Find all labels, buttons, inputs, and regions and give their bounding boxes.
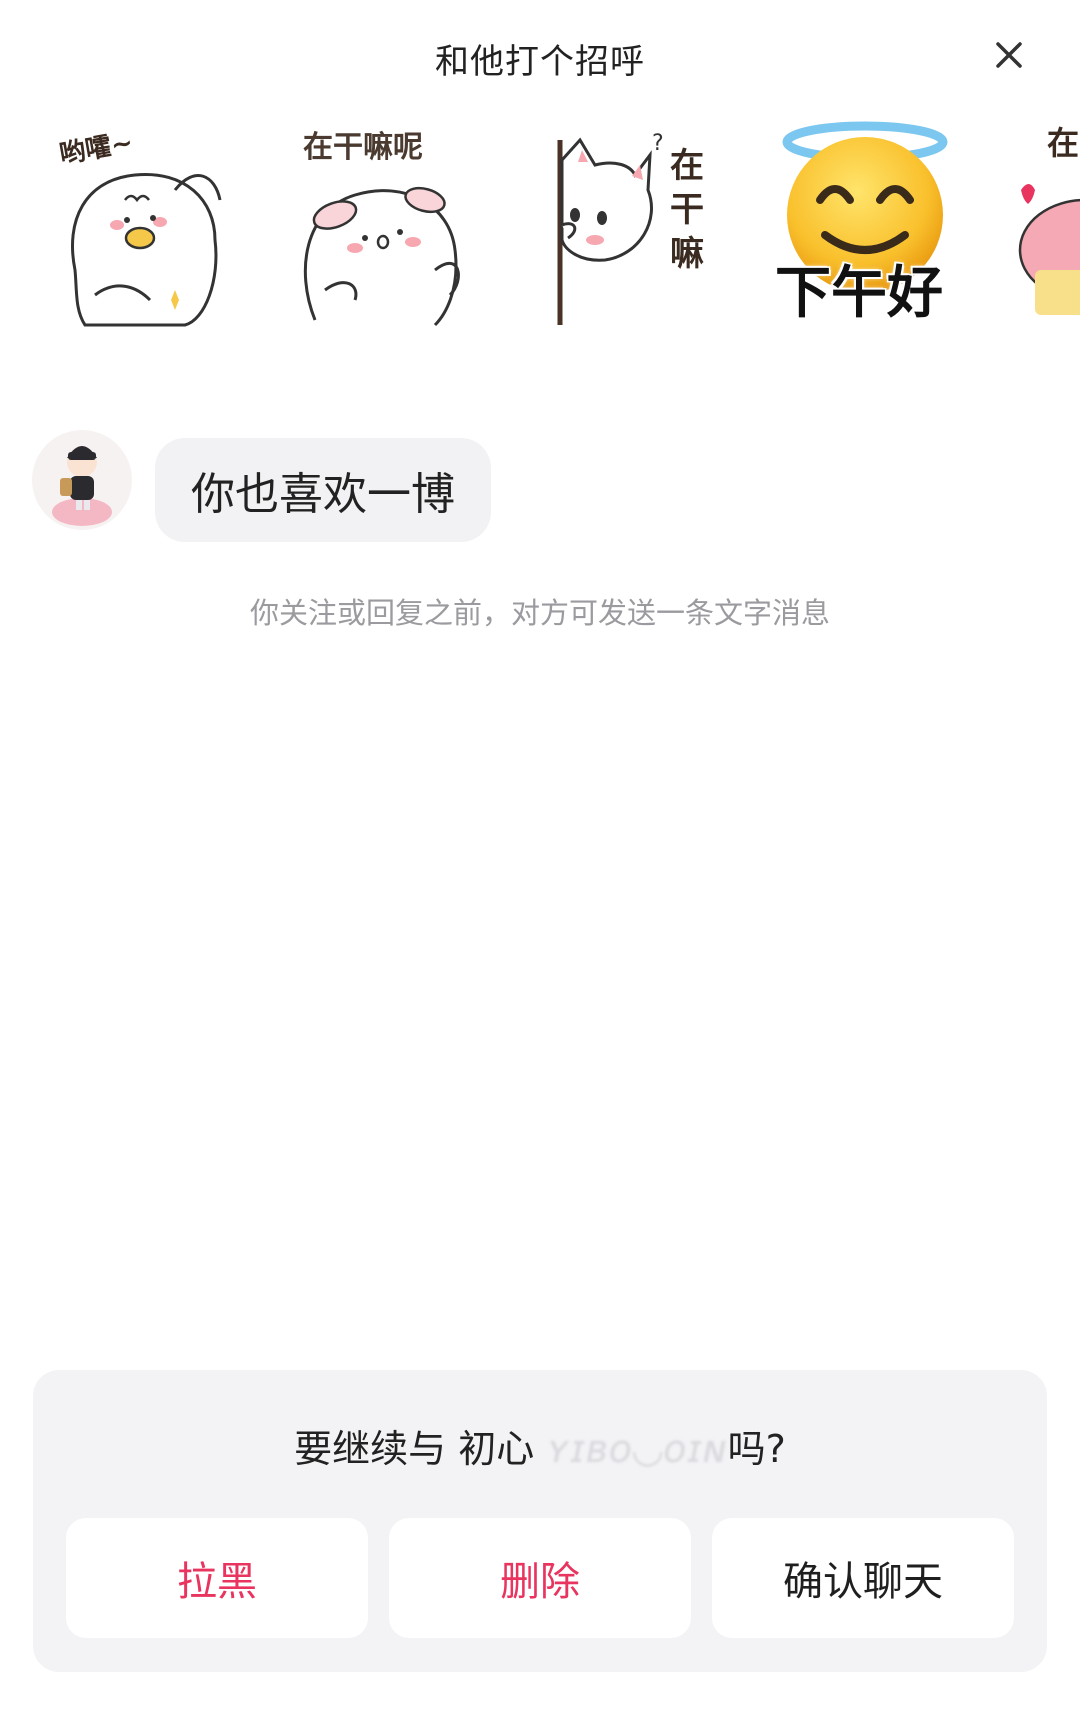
delete-button[interactable]: 删除	[389, 1518, 691, 1638]
pig-sticker[interactable]: 在	[1015, 120, 1080, 330]
confirm-chat-card: 要继续与 初心 ʏɪʙᴏ◡ᴏɪɴ吗? 拉黑 删除 确认聊天	[33, 1370, 1047, 1672]
svg-text:?: ?	[652, 131, 664, 156]
page-title: 和他打个招呼	[435, 42, 645, 82]
hint-text: 你关注或回复之前，对方可发送一条文字消息	[249, 596, 830, 630]
sticker-caption: 在	[1047, 124, 1080, 162]
blurred-username: ʏɪʙᴏ◡ᴏɪɴ	[546, 1427, 728, 1471]
header: 和他打个招呼	[0, 0, 1080, 110]
duck-sticker[interactable]: 哟嚯~	[55, 120, 255, 330]
close-icon[interactable]	[990, 36, 1028, 74]
question-suffix: 吗?	[727, 1427, 786, 1471]
sticker-caption: 在干嘛	[670, 146, 704, 274]
user-avatar[interactable]	[32, 430, 132, 530]
continue-chat-question: 要继续与 初心 ʏɪʙᴏ◡ᴏɪɴ吗?	[33, 1418, 1047, 1473]
sticker-caption: 下午好	[774, 260, 945, 328]
sticker-row: 哟嚯~ 在干嘛呢 ? 在干嘛 下午好 在	[0, 120, 1080, 340]
question-prefix: 要继续与 初心	[294, 1427, 547, 1471]
confirm-chat-button[interactable]: 确认聊天	[712, 1518, 1014, 1638]
bunny-sticker[interactable]: 在干嘛呢	[285, 120, 485, 330]
message-row: 你也喜欢一博	[0, 430, 1080, 550]
block-button[interactable]: 拉黑	[66, 1518, 368, 1638]
angel-emoji-sticker[interactable]: 下午好	[774, 120, 975, 330]
sticker-caption: 在干嘛呢	[303, 130, 423, 165]
cat-sticker[interactable]: ? 在干嘛	[540, 120, 740, 330]
message-bubble: 你也喜欢一博	[155, 438, 491, 542]
